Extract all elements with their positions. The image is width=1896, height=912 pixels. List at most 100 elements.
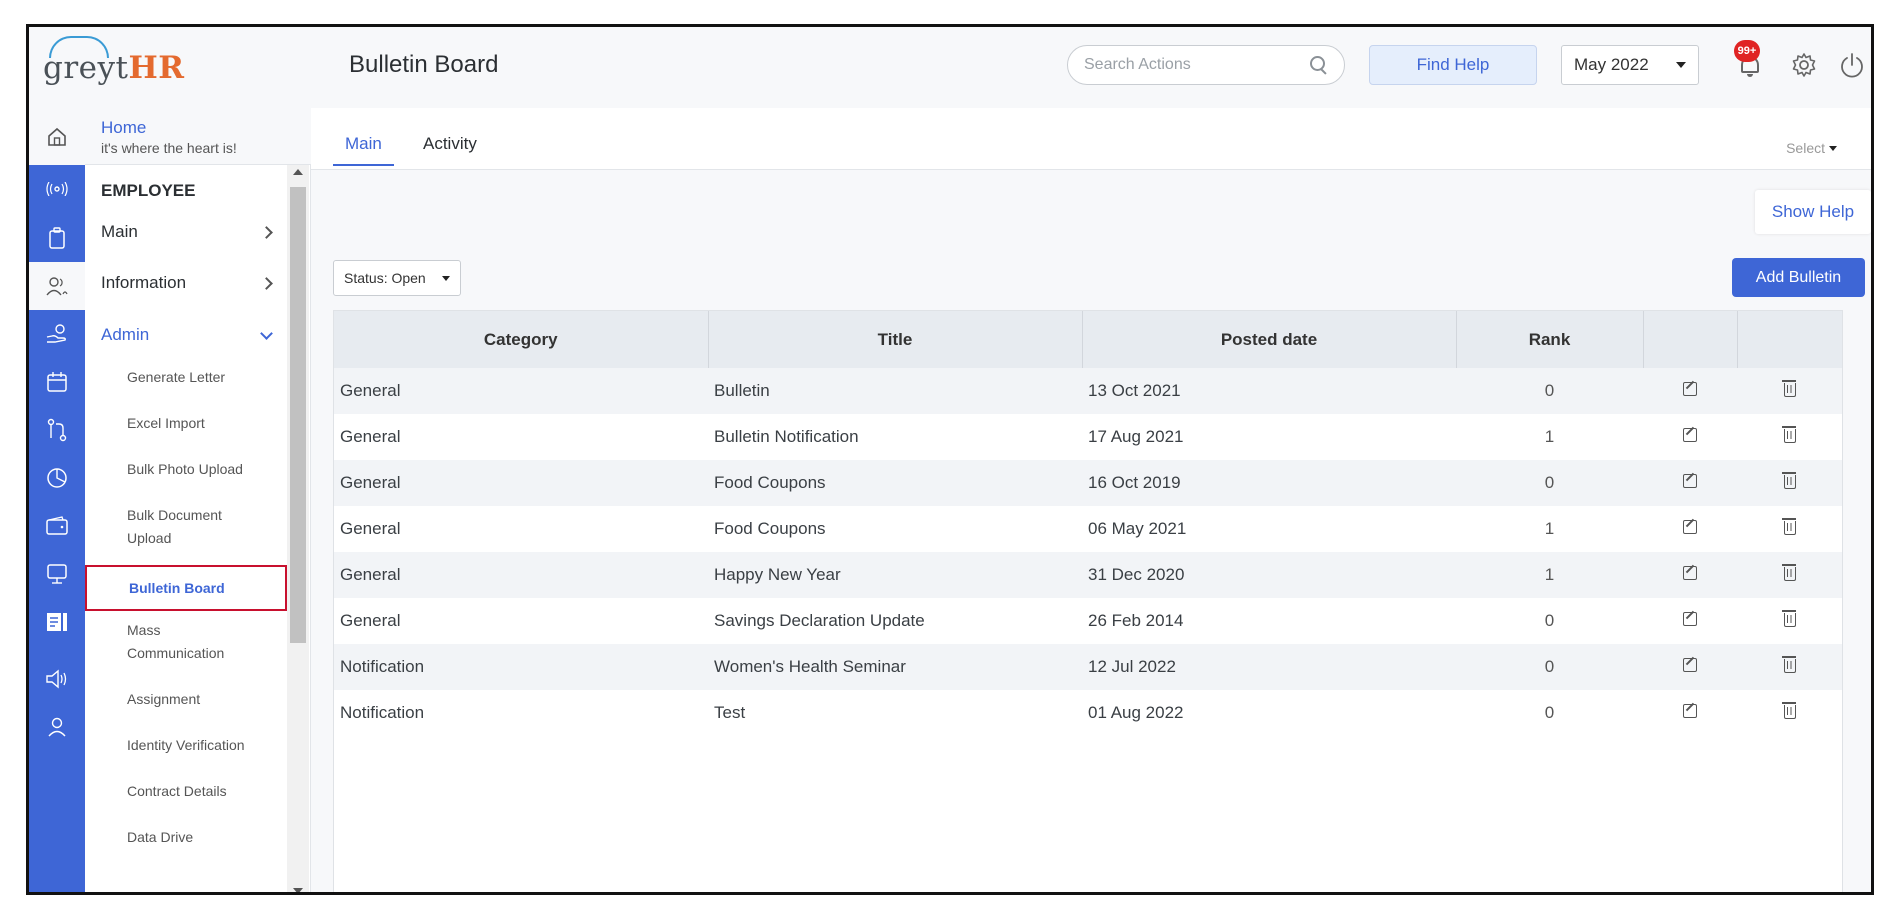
- month-select[interactable]: May 2022: [1561, 45, 1699, 85]
- submenu-bulletin-board[interactable]: Bulletin Board: [85, 565, 287, 611]
- logo[interactable]: greytHR: [29, 27, 309, 108]
- scroll-thumb[interactable]: [290, 187, 306, 643]
- bulletin-table: Category Title Posted date Rank General B…: [333, 310, 1843, 892]
- cell-posted-date: 01 Aug 2022: [1088, 703, 1184, 722]
- menu-item-main[interactable]: Main: [101, 222, 273, 242]
- notification-badge[interactable]: 99+: [1734, 40, 1760, 62]
- submenu-assignment[interactable]: Assignment: [85, 688, 287, 711]
- edit-icon[interactable]: [1683, 704, 1697, 718]
- find-help-button[interactable]: Find Help: [1369, 45, 1537, 85]
- edit-icon[interactable]: [1683, 658, 1697, 672]
- submenu-excel-import[interactable]: Excel Import: [85, 412, 287, 435]
- trash-icon[interactable]: [1781, 564, 1796, 581]
- table-row[interactable]: General Savings Declaration Update 26 Feb …: [334, 598, 1842, 644]
- submenu-bulk-photo-upload[interactable]: Bulk Photo Upload: [85, 458, 287, 481]
- gear-icon[interactable]: [1790, 51, 1818, 79]
- workflow-icon[interactable]: [29, 406, 85, 454]
- home-link[interactable]: Home it's where the heart is!: [85, 108, 311, 165]
- people-icon[interactable]: [29, 262, 85, 310]
- page-title: Bulletin Board: [349, 51, 499, 78]
- trash-icon[interactable]: [1781, 518, 1796, 535]
- edit-icon[interactable]: [1683, 382, 1697, 396]
- monitor-icon[interactable]: [29, 550, 85, 598]
- cell-title: Women's Health Seminar: [714, 657, 906, 676]
- table-row[interactable]: Notification Women's Health Seminar 12 Jul…: [334, 644, 1842, 690]
- user-icon[interactable]: [29, 703, 85, 751]
- pie-chart-icon[interactable]: [29, 454, 85, 502]
- tab-main[interactable]: Main: [333, 134, 394, 166]
- power-icon[interactable]: [1838, 51, 1866, 79]
- calendar-icon[interactable]: [29, 358, 85, 406]
- table-row[interactable]: General Happy New Year 31 Dec 2020 1: [334, 552, 1842, 598]
- menu-scrollbar[interactable]: [287, 165, 309, 892]
- cell-title: Food Coupons: [714, 473, 826, 492]
- select-dropdown[interactable]: Select: [1786, 140, 1837, 156]
- column-header-posted-date[interactable]: Posted date: [1082, 311, 1457, 368]
- cell-posted-date: 31 Dec 2020: [1088, 565, 1185, 584]
- table-row[interactable]: General Bulletin 13 Oct 2021 0: [334, 368, 1842, 414]
- cell-edit: [1643, 506, 1737, 552]
- home-title: Home: [101, 118, 147, 137]
- cell-category: General: [340, 519, 401, 538]
- scroll-down-arrow-icon[interactable]: [293, 888, 303, 892]
- trash-icon[interactable]: [1781, 610, 1796, 627]
- cell-delete: [1737, 598, 1842, 644]
- cell-posted-date: 17 Aug 2021: [1088, 427, 1184, 446]
- broadcast-icon[interactable]: [29, 165, 85, 213]
- edit-icon[interactable]: [1683, 612, 1697, 626]
- column-header-category[interactable]: Category: [334, 311, 709, 368]
- cell-rank: 0: [1544, 381, 1555, 400]
- table-row[interactable]: General Food Coupons 06 May 2021 1: [334, 506, 1842, 552]
- table-row[interactable]: General Bulletin Notification 17 Aug 2021 1: [334, 414, 1842, 460]
- cell-title: Happy New Year: [714, 565, 841, 584]
- hand-coin-icon[interactable]: [29, 310, 85, 358]
- submenu-contract-details[interactable]: Contract Details: [85, 780, 287, 803]
- caret-down-icon: [1829, 145, 1837, 151]
- submenu-identity-verification[interactable]: Identity Verification: [85, 734, 287, 757]
- cell-edit: [1643, 644, 1737, 690]
- search-icon[interactable]: [1310, 56, 1328, 74]
- cell-category: Notification: [340, 657, 425, 676]
- scroll-up-arrow-icon[interactable]: [293, 169, 303, 175]
- search-input[interactable]: [1084, 56, 1310, 74]
- home-icon[interactable]: [29, 108, 85, 165]
- status-filter-dropdown[interactable]: Status: Open: [333, 260, 461, 296]
- edit-icon[interactable]: [1683, 474, 1697, 488]
- edit-icon[interactable]: [1683, 566, 1697, 580]
- trash-icon[interactable]: [1781, 656, 1796, 673]
- submenu-bulletin-board-label: Bulletin Board: [129, 579, 225, 596]
- search-box[interactable]: [1067, 45, 1345, 85]
- show-help-button[interactable]: Show Help: [1755, 190, 1871, 234]
- clipboard-icon[interactable]: [29, 214, 85, 262]
- edit-icon[interactable]: [1683, 428, 1697, 442]
- megaphone-icon[interactable]: [29, 655, 85, 703]
- column-header-rank[interactable]: Rank: [1456, 311, 1644, 368]
- add-bulletin-button[interactable]: Add Bulletin: [1732, 258, 1865, 297]
- trash-icon[interactable]: [1781, 380, 1796, 397]
- cell-rank: 1: [1544, 519, 1555, 538]
- tab-activity[interactable]: Activity: [423, 134, 477, 164]
- document-icon[interactable]: [29, 598, 85, 646]
- submenu-bulk-document-upload[interactable]: Bulk Document Upload: [85, 504, 235, 550]
- menu-list: EMPLOYEE Main Information Admin Generate…: [85, 165, 287, 892]
- table-row[interactable]: Notification Test 01 Aug 2022 0: [334, 690, 1842, 736]
- table-row[interactable]: General Food Coupons 16 Oct 2019 0: [334, 460, 1842, 506]
- cell-category: General: [340, 427, 401, 446]
- cell-category: General: [340, 473, 401, 492]
- submenu-mass-communication[interactable]: Mass Communication: [85, 619, 245, 665]
- submenu-data-drive[interactable]: Data Drive: [85, 826, 287, 849]
- menu-item-information[interactable]: Information: [101, 273, 273, 293]
- submenu-generate-letter[interactable]: Generate Letter: [85, 366, 287, 389]
- main-content: Main Activity Select Show Help Status: O…: [311, 108, 1871, 892]
- cell-posted-date: 16 Oct 2019: [1088, 473, 1181, 492]
- trash-icon[interactable]: [1781, 426, 1796, 443]
- menu-item-admin[interactable]: Admin: [101, 325, 273, 345]
- caret-down-icon: [1676, 62, 1686, 68]
- cell-title: Bulletin: [714, 381, 770, 400]
- trash-icon[interactable]: [1781, 702, 1796, 719]
- cell-edit: [1643, 690, 1737, 736]
- edit-icon[interactable]: [1683, 520, 1697, 534]
- column-header-title[interactable]: Title: [708, 311, 1083, 368]
- trash-icon[interactable]: [1781, 472, 1796, 489]
- wallet-icon[interactable]: [29, 502, 85, 550]
